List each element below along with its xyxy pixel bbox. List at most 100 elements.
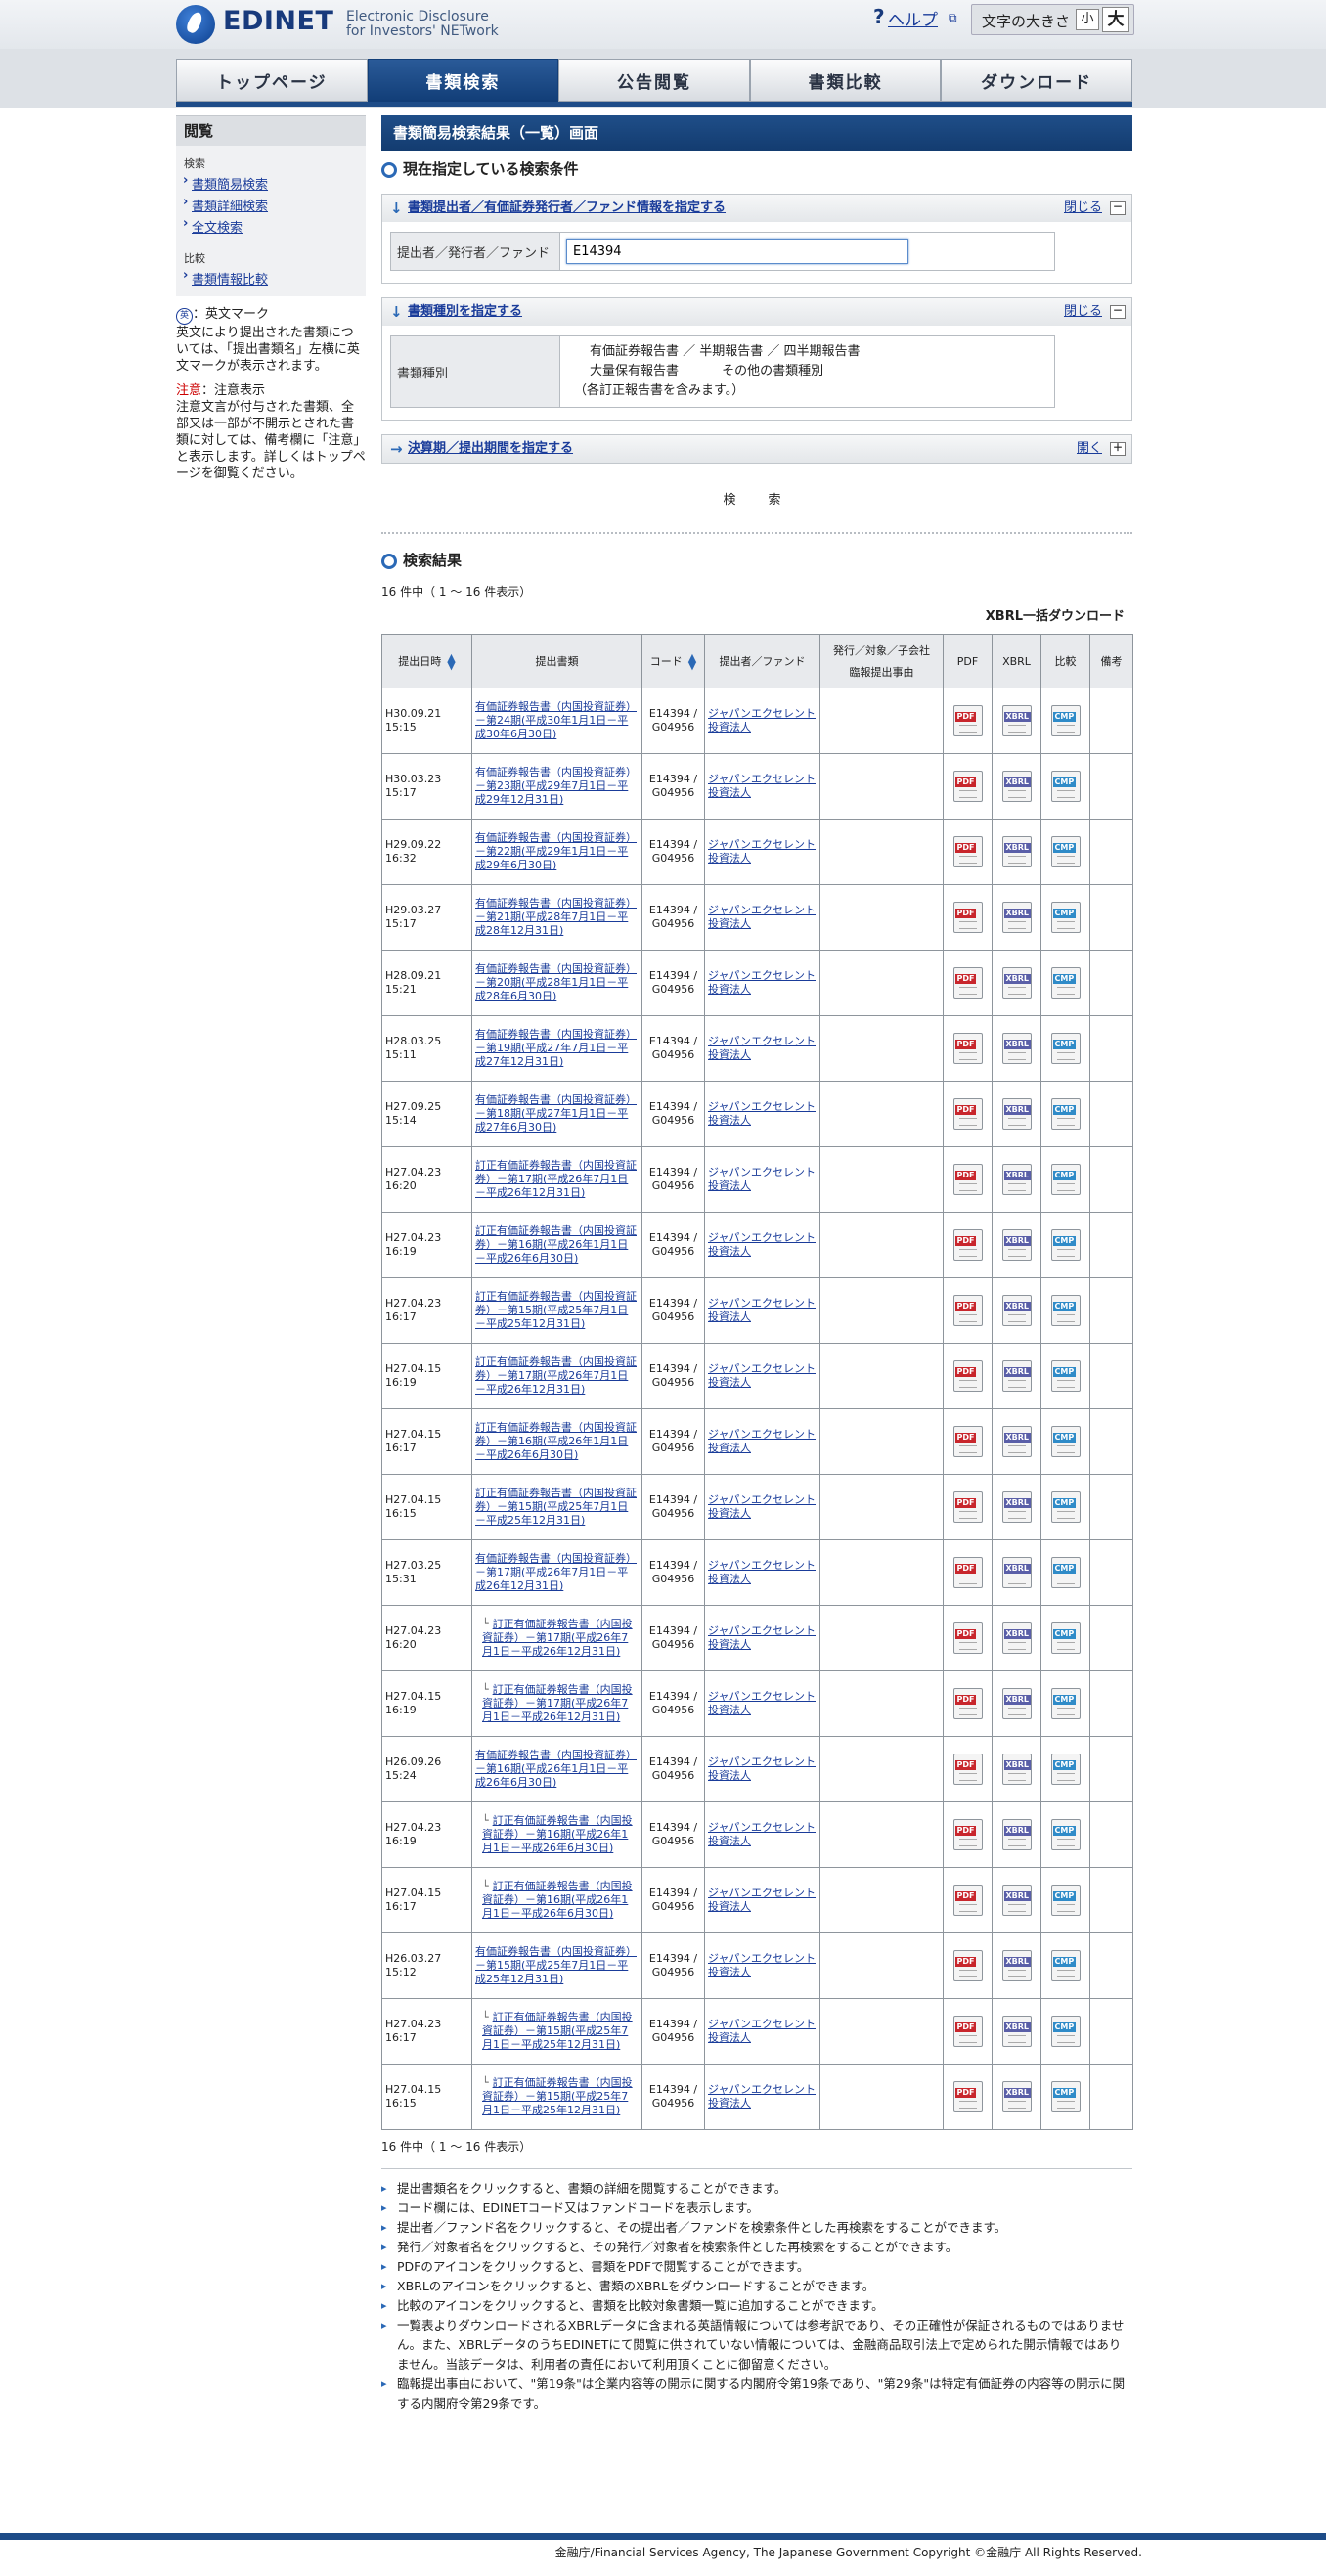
document-link[interactable]: 訂正有価証券報告書（内国投資証券）－第16期(平成26年1月1日－平成26年6月…	[475, 1421, 637, 1461]
compare-icon[interactable]: CMP	[1050, 1426, 1081, 1457]
sidebar-link-label[interactable]: 全文検索	[192, 221, 243, 236]
compare-icon[interactable]: CMP	[1050, 1033, 1081, 1064]
xbrl-icon[interactable]: XBRL	[1001, 1295, 1032, 1326]
help-link[interactable]: ヘルプ	[888, 6, 938, 30]
pdf-icon[interactable]: PDF	[952, 1819, 983, 1850]
document-link[interactable]: 有価証券報告書（内国投資証券）－第23期(平成29年7月1日－平成29年12月3…	[475, 766, 637, 806]
filer-link[interactable]: ジャパンエクセレント投資法人	[708, 1952, 816, 1978]
filer-link[interactable]: ジャパンエクセレント投資法人	[708, 1821, 816, 1847]
xbrl-icon[interactable]: XBRL	[1001, 836, 1032, 867]
pdf-icon[interactable]: PDF	[952, 1950, 983, 1981]
document-link[interactable]: 訂正有価証券報告書（内国投資証券）－第16期(平成26年1月1日－平成26年6月…	[482, 1880, 633, 1920]
pdf-icon[interactable]: PDF	[952, 967, 983, 999]
doctype-panel-close-link[interactable]: 閉じる	[1064, 298, 1102, 326]
pdf-icon[interactable]: PDF	[952, 1229, 983, 1261]
collapse-icon[interactable]: －	[1110, 305, 1126, 319]
filer-link[interactable]: ジャパンエクセレント投資法人	[708, 904, 816, 930]
compare-icon[interactable]: CMP	[1050, 1491, 1081, 1523]
compare-icon[interactable]: CMP	[1050, 2016, 1081, 2047]
xbrl-icon[interactable]: XBRL	[1001, 771, 1032, 802]
sidebar-link-info-compare[interactable]: 書類情報比較	[183, 268, 358, 288]
sidebar-link-label[interactable]: 書類簡易検索	[192, 178, 268, 193]
document-link[interactable]: 有価証券報告書（内国投資証券）－第15期(平成25年7月1日－平成25年12月3…	[475, 1945, 637, 1985]
filer-code-input[interactable]	[566, 239, 908, 264]
filer-link[interactable]: ジャパンエクセレント投資法人	[708, 1231, 816, 1258]
filer-link[interactable]: ジャパンエクセレント投資法人	[708, 969, 816, 996]
document-link[interactable]: 有価証券報告書（内国投資証券）－第18期(平成27年1月1日－平成27年6月30…	[475, 1093, 637, 1133]
compare-icon[interactable]: CMP	[1050, 1950, 1081, 1981]
filer-link[interactable]: ジャパンエクセレント投資法人	[708, 1362, 816, 1389]
xbrl-icon[interactable]: XBRL	[1001, 705, 1032, 736]
filer-panel-title[interactable]: 書類提出者／有価証券発行者／ファンド情報を指定する	[408, 200, 726, 215]
font-large-button[interactable]: 大	[1102, 7, 1129, 32]
xbrl-icon[interactable]: XBRL	[1001, 1885, 1032, 1916]
xbrl-icon[interactable]: XBRL	[1001, 1491, 1032, 1523]
pdf-icon[interactable]: PDF	[952, 1098, 983, 1130]
document-link[interactable]: 有価証券報告書（内国投資証券）－第17期(平成26年7月1日－平成26年12月3…	[475, 1552, 637, 1592]
help-icon[interactable]: ?	[873, 5, 885, 28]
compare-icon[interactable]: CMP	[1050, 902, 1081, 933]
compare-icon[interactable]: CMP	[1050, 2081, 1081, 2112]
pdf-icon[interactable]: PDF	[952, 1360, 983, 1392]
sidebar-link-label[interactable]: 書類詳細検索	[192, 200, 268, 214]
xbrl-icon[interactable]: XBRL	[1001, 1098, 1032, 1130]
compare-icon[interactable]: CMP	[1050, 1819, 1081, 1850]
nav-tab-download[interactable]: ダウンロード	[941, 59, 1132, 102]
pdf-icon[interactable]: PDF	[952, 1754, 983, 1785]
document-link[interactable]: 訂正有価証券報告書（内国投資証券）－第15期(平成25年7月1日－平成25年12…	[475, 1290, 637, 1330]
xbrl-icon[interactable]: XBRL	[1001, 1033, 1032, 1064]
filer-link[interactable]: ジャパンエクセレント投資法人	[708, 1559, 816, 1585]
xbrl-icon[interactable]: XBRL	[1001, 2081, 1032, 2112]
compare-icon[interactable]: CMP	[1050, 1229, 1081, 1261]
document-link[interactable]: 有価証券報告書（内国投資証券）－第20期(平成28年1月1日－平成28年6月30…	[475, 962, 637, 1002]
compare-icon[interactable]: CMP	[1050, 1622, 1081, 1654]
filer-link[interactable]: ジャパンエクセレント投資法人	[708, 1887, 816, 1913]
pdf-icon[interactable]: PDF	[952, 1622, 983, 1654]
col-header-date[interactable]: 提出日時 ▲ ▼	[381, 634, 472, 688]
sidebar-link-simple-search[interactable]: 書類簡易検索	[183, 173, 358, 193]
filer-link[interactable]: ジャパンエクセレント投資法人	[708, 1100, 816, 1127]
filer-link[interactable]: ジャパンエクセレント投資法人	[708, 1690, 816, 1716]
xbrl-bulk-download-button[interactable]: XBRL一括ダウンロード	[381, 605, 1132, 624]
document-link[interactable]: 訂正有価証券報告書（内国投資証券）－第17期(平成26年7月1日－平成26年12…	[482, 1618, 633, 1658]
xbrl-icon[interactable]: XBRL	[1001, 1688, 1032, 1719]
col-header-code[interactable]: コード ▲ ▼	[641, 634, 705, 688]
expand-icon[interactable]: ＋	[1110, 442, 1126, 456]
pdf-icon[interactable]: PDF	[952, 902, 983, 933]
search-button[interactable]: 検 索	[698, 487, 816, 514]
xbrl-icon[interactable]: XBRL	[1001, 1557, 1032, 1588]
document-link[interactable]: 有価証券報告書（内国投資証券）－第24期(平成30年1月1日－平成30年6月30…	[475, 700, 637, 740]
xbrl-icon[interactable]: XBRL	[1001, 1426, 1032, 1457]
xbrl-icon[interactable]: XBRL	[1001, 902, 1032, 933]
doctype-panel-title[interactable]: 書類種別を指定する	[408, 304, 522, 319]
pdf-icon[interactable]: PDF	[952, 1426, 983, 1457]
sort-toggle-icon[interactable]: ▲ ▼	[688, 652, 696, 671]
filer-link[interactable]: ジャパンエクセレント投資法人	[708, 2018, 816, 2044]
filer-link[interactable]: ジャパンエクセレント投資法人	[708, 1624, 816, 1651]
compare-icon[interactable]: CMP	[1050, 836, 1081, 867]
compare-icon[interactable]: CMP	[1050, 1295, 1081, 1326]
xbrl-icon[interactable]: XBRL	[1001, 1164, 1032, 1195]
nav-tab-top[interactable]: トップページ	[176, 59, 368, 102]
document-link[interactable]: 有価証券報告書（内国投資証券）－第19期(平成27年7月1日－平成27年12月3…	[475, 1028, 637, 1068]
pdf-icon[interactable]: PDF	[952, 1557, 983, 1588]
filer-link[interactable]: ジャパンエクセレント投資法人	[708, 2083, 816, 2110]
document-link[interactable]: 訂正有価証券報告書（内国投資証券）－第17期(平成26年7月1日－平成26年12…	[482, 1683, 633, 1723]
filer-link[interactable]: ジャパンエクセレント投資法人	[708, 773, 816, 799]
pdf-icon[interactable]: PDF	[952, 1885, 983, 1916]
filer-link[interactable]: ジャパンエクセレント投資法人	[708, 1755, 816, 1782]
filer-panel-close-link[interactable]: 閉じる	[1064, 195, 1102, 222]
font-small-button[interactable]: 小	[1076, 9, 1099, 30]
document-link[interactable]: 訂正有価証券報告書（内国投資証券）－第17期(平成26年7月1日－平成26年12…	[475, 1355, 637, 1396]
compare-icon[interactable]: CMP	[1050, 1098, 1081, 1130]
compare-icon[interactable]: CMP	[1050, 1885, 1081, 1916]
pdf-icon[interactable]: PDF	[952, 1688, 983, 1719]
compare-icon[interactable]: CMP	[1050, 967, 1081, 999]
pdf-icon[interactable]: PDF	[952, 2016, 983, 2047]
filer-link[interactable]: ジャパンエクセレント投資法人	[708, 707, 816, 733]
xbrl-icon[interactable]: XBRL	[1001, 2016, 1032, 2047]
pdf-icon[interactable]: PDF	[952, 705, 983, 736]
pdf-icon[interactable]: PDF	[952, 1491, 983, 1523]
document-link[interactable]: 訂正有価証券報告書（内国投資証券）－第17期(平成26年7月1日－平成26年12…	[475, 1159, 637, 1199]
xbrl-icon[interactable]: XBRL	[1001, 1754, 1032, 1785]
